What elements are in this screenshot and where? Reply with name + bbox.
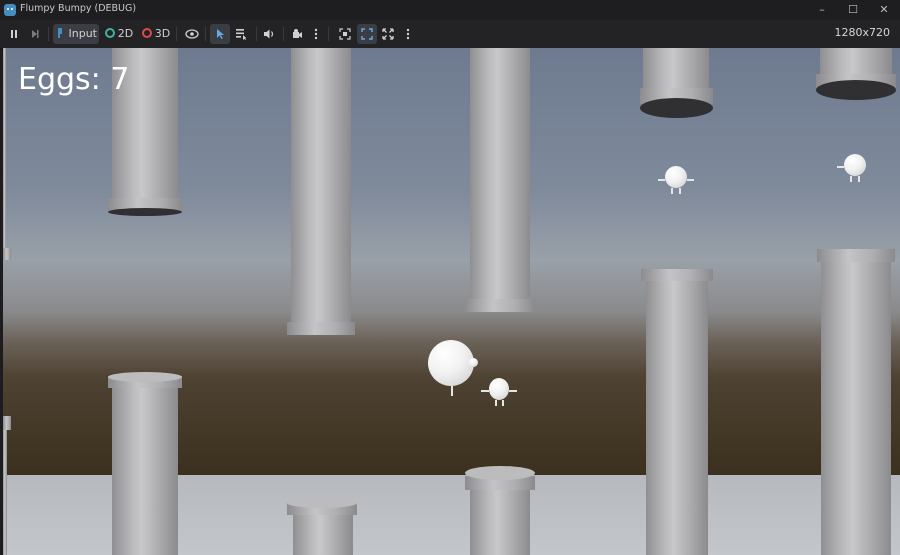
toolbar-separator <box>48 27 49 41</box>
top-pipe-5 <box>820 48 892 76</box>
close-button[interactable]: ✕ <box>869 0 899 20</box>
bottom-pipe-2 <box>293 508 353 555</box>
top-pipe-1-opening <box>108 208 182 216</box>
audio-mute-button[interactable] <box>259 24 279 44</box>
mode-3d-button[interactable]: 3D <box>141 24 171 44</box>
expand-icon <box>382 28 394 40</box>
eye-icon <box>185 29 199 39</box>
egg-creature-leg <box>502 400 504 406</box>
camera-override-button[interactable] <box>287 24 307 44</box>
next-frame-icon <box>32 30 39 38</box>
toolbar-separator <box>283 27 284 41</box>
top-pipe-3-rim <box>465 299 535 312</box>
egg-creature <box>665 166 687 188</box>
next-frame-button[interactable] <box>26 24 44 44</box>
top-pipe-2-rim <box>287 322 355 335</box>
bottom-pipe-2-top <box>287 498 357 508</box>
top-pipe-3 <box>470 48 530 301</box>
select-mode-button[interactable] <box>210 24 230 44</box>
embed-game-button[interactable] <box>335 24 355 44</box>
cursor-arrow-icon <box>217 29 224 39</box>
fullscreen-button[interactable] <box>378 24 398 44</box>
toolbar-separator <box>176 27 177 41</box>
resolution-readout: 1280x720 <box>834 26 891 39</box>
window-title: Flumpy Bumpy (DEBUG) <box>20 3 137 14</box>
egg-creature-wing <box>687 179 694 181</box>
game-viewport[interactable]: Eggs: 7 <box>3 48 900 555</box>
3d-mode-icon <box>141 28 152 38</box>
mode-2d-button[interactable]: 2D <box>104 24 134 44</box>
minimize-button[interactable]: – <box>807 0 837 20</box>
keep-aspect-button[interactable] <box>357 24 377 44</box>
fit-aspect-icon <box>361 28 373 40</box>
egg-creature-wing <box>837 166 844 168</box>
egg-creature-leg <box>858 176 860 182</box>
egg-creature-leg <box>671 188 673 194</box>
bottom-pipe-5-rim <box>817 249 895 262</box>
toolbar-separator <box>205 27 206 41</box>
player-bird <box>428 340 474 386</box>
input-label: Input <box>68 27 97 40</box>
maximize-button[interactable]: ☐ <box>838 0 868 20</box>
bottom-pipe-3 <box>470 481 530 555</box>
egg-creature-wing <box>481 390 489 392</box>
speaker-icon <box>264 29 274 39</box>
debug-toolbar: Input 2D 3D <box>0 20 900 49</box>
input-icon <box>58 28 62 38</box>
egg-creature <box>844 154 866 176</box>
pause-icon <box>11 30 17 38</box>
2d-mode-icon <box>104 28 115 38</box>
top-pipe-edge <box>3 48 6 248</box>
bottom-pipe-1-top <box>108 372 182 382</box>
egg-creature-wing <box>509 390 517 392</box>
top-pipe-2 <box>291 48 351 324</box>
mode-3d-label: 3D <box>154 27 171 40</box>
list-select-icon <box>236 29 247 40</box>
pause-button[interactable] <box>5 24 23 44</box>
top-pipe-4-opening <box>640 98 713 118</box>
bottom-pipe-4-rim <box>641 269 713 281</box>
bottom-pipe-1 <box>112 380 178 555</box>
bottom-pipe-4 <box>646 276 708 555</box>
toolbar-separator <box>256 27 257 41</box>
visibility-button[interactable] <box>182 24 202 44</box>
egg-creature-wing <box>658 179 665 181</box>
egg-creature-leg <box>850 176 852 182</box>
bottom-pipe-5 <box>821 258 891 555</box>
embed-window-icon <box>339 28 351 40</box>
player-bird-wing <box>469 358 478 367</box>
more-options-button[interactable] <box>309 24 323 44</box>
top-pipe-4 <box>643 48 709 90</box>
title-bar: Flumpy Bumpy (DEBUG) – ☐ ✕ <box>0 0 900 20</box>
player-bird-leg <box>451 386 453 396</box>
bottom-pipe-edge <box>3 420 7 555</box>
toolbar-separator <box>328 27 329 41</box>
egg-creature <box>489 378 509 400</box>
camera-override-icon <box>293 29 302 38</box>
mode-2d-label: 2D <box>117 27 134 40</box>
godot-app-icon <box>4 4 16 16</box>
more-options-button[interactable] <box>401 24 415 44</box>
list-select-button[interactable] <box>231 24 251 44</box>
kebab-menu-icon <box>406 28 410 40</box>
input-toggle-button[interactable]: Input <box>53 24 99 44</box>
top-pipe-edge-rim <box>3 248 11 260</box>
egg-creature-leg <box>495 400 497 406</box>
top-pipe-5-opening <box>816 80 896 100</box>
egg-creature-leg <box>679 188 681 194</box>
bottom-pipe-3-top <box>465 466 535 480</box>
egg-score-counter: Eggs: 7 <box>18 62 130 97</box>
kebab-menu-icon <box>314 28 318 40</box>
bottom-pipe-edge-rim <box>3 416 11 430</box>
